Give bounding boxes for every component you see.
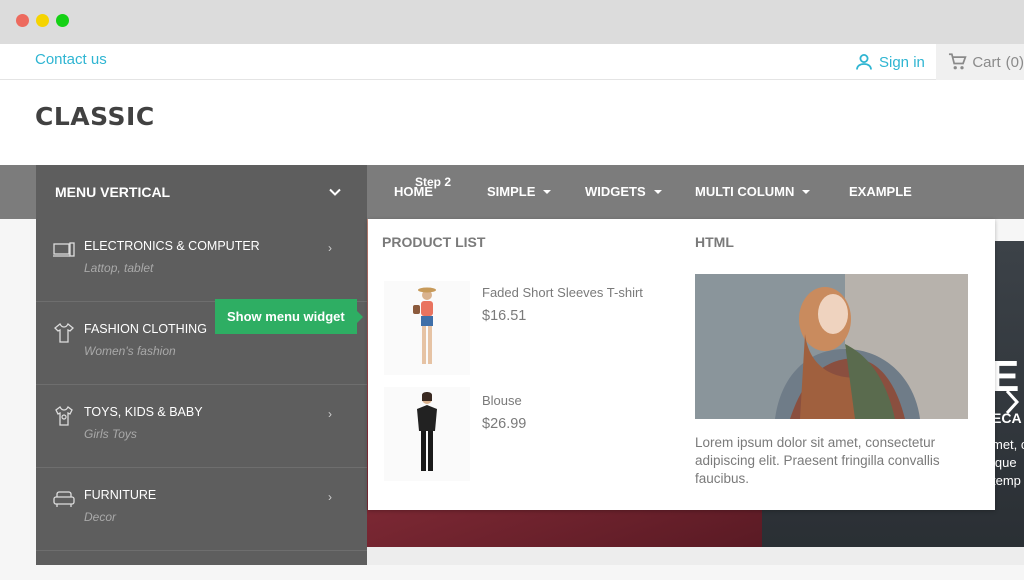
vertical-menu-item-subtitle: Girls Toys: [84, 427, 137, 441]
vertical-menu-item-title: ELECTRONICS & COMPUTER: [84, 239, 260, 253]
sign-in-label: Sign in: [879, 53, 925, 71]
baby-clothes-icon: [55, 406, 73, 426]
vertical-menu-item-furniture[interactable]: FURNITURE Decor ›: [36, 468, 367, 551]
nav-example[interactable]: EXAMPLE: [849, 184, 912, 199]
chevron-right-icon: ›: [328, 407, 332, 421]
sofa-icon: [53, 491, 75, 507]
vertical-menu-toggle[interactable]: MENU VERTICAL: [36, 165, 367, 219]
site-header: CLASSIC: [0, 80, 1024, 165]
chevron-right-icon: ›: [328, 490, 332, 504]
nav-multi-column-label: MULTI COLUMN: [695, 184, 795, 199]
caret-down-icon: [653, 189, 662, 194]
nav-widgets[interactable]: WIDGETS: [585, 184, 662, 199]
vertical-menu-item-toys[interactable]: TOYS, KIDS & BABY Girls Toys ›: [36, 385, 367, 468]
slider-text: met, c ique temp: [992, 437, 1024, 488]
minimize-window-button[interactable]: [36, 14, 49, 27]
contact-us-link[interactable]: Contact us: [35, 51, 107, 68]
cart-label: Cart: [972, 53, 1001, 71]
user-icon: [856, 54, 872, 70]
vertical-menu-item-electronics[interactable]: ELECTRONICS & COMPUTER Lattop, tablet ›: [36, 219, 367, 302]
laptop-icon: [53, 242, 75, 257]
vertical-menu-item-title: FURNITURE: [84, 488, 157, 502]
step-label: Step 2: [415, 175, 452, 189]
nav-example-label: EXAMPLE: [849, 184, 912, 199]
site-logo[interactable]: CLASSIC: [35, 102, 155, 131]
mega-menu-dropdown: PRODUCT LIST HTML Faded Short Sleeves T-…: [368, 219, 995, 510]
chevron-right-icon: ›: [328, 241, 332, 255]
top-bar: Contact us Sign in Cart (0): [0, 44, 1024, 80]
cart-count: (0): [1005, 53, 1024, 71]
cart-button[interactable]: Cart (0): [936, 44, 1024, 80]
nav-simple[interactable]: SIMPLE: [487, 184, 552, 199]
product-price: $16.51: [482, 308, 527, 324]
vertical-menu-item-title: FASHION CLOTHING: [84, 322, 207, 336]
close-window-button[interactable]: [16, 14, 29, 27]
product-price: $26.99: [482, 416, 527, 432]
vertical-menu-item-subtitle: Women's fashion: [84, 344, 176, 358]
cart-icon: [948, 53, 967, 70]
woman-with-scarf-photo: [695, 274, 968, 419]
vertical-menu-title: MENU VERTICAL: [55, 184, 171, 200]
vertical-menu: ELECTRONICS & COMPUTER Lattop, tablet › …: [36, 219, 367, 565]
product-image[interactable]: [384, 387, 470, 481]
chevron-down-icon: [329, 188, 341, 196]
product-photo-tshirt: [413, 287, 436, 364]
product-name[interactable]: Faded Short Sleeves T-shirt: [482, 285, 643, 300]
nav-widgets-label: WIDGETS: [585, 184, 646, 199]
product-name[interactable]: Blouse: [482, 393, 522, 408]
html-widget-image: [695, 274, 968, 419]
maximize-window-button[interactable]: [56, 14, 69, 27]
browser-window: Contact us Sign in Cart (0) CLASSIC MENU…: [0, 0, 1024, 580]
caret-down-icon: [802, 189, 811, 194]
vertical-menu-item-title: TOYS, KIDS & BABY: [84, 405, 203, 419]
sign-in-link[interactable]: Sign in: [855, 50, 925, 74]
show-menu-widget-tooltip: Show menu widget: [215, 299, 363, 334]
vertical-menu-item-subtitle: Decor: [84, 510, 117, 524]
slider-next-icon[interactable]: [1004, 388, 1020, 416]
bottom-strip: [367, 547, 1024, 565]
nav-multi-column[interactable]: MULTI COLUMN: [695, 184, 811, 199]
caret-down-icon: [543, 189, 552, 194]
product-list-title: PRODUCT LIST: [382, 234, 486, 250]
main-navbar: MENU VERTICAL HOME SIMPLE WIDGETS MULTI …: [0, 165, 1024, 219]
html-widget-text: Lorem ipsum dolor sit amet, consectetur …: [695, 435, 940, 486]
nav-simple-label: SIMPLE: [487, 184, 536, 199]
product-image[interactable]: [384, 281, 470, 375]
product-photo-blouse: [417, 392, 437, 471]
window-titlebar: [0, 0, 1024, 44]
vertical-menu-item-subtitle: Lattop, tablet: [84, 261, 154, 275]
html-title: HTML: [695, 234, 734, 250]
shirt-icon: [54, 322, 74, 343]
